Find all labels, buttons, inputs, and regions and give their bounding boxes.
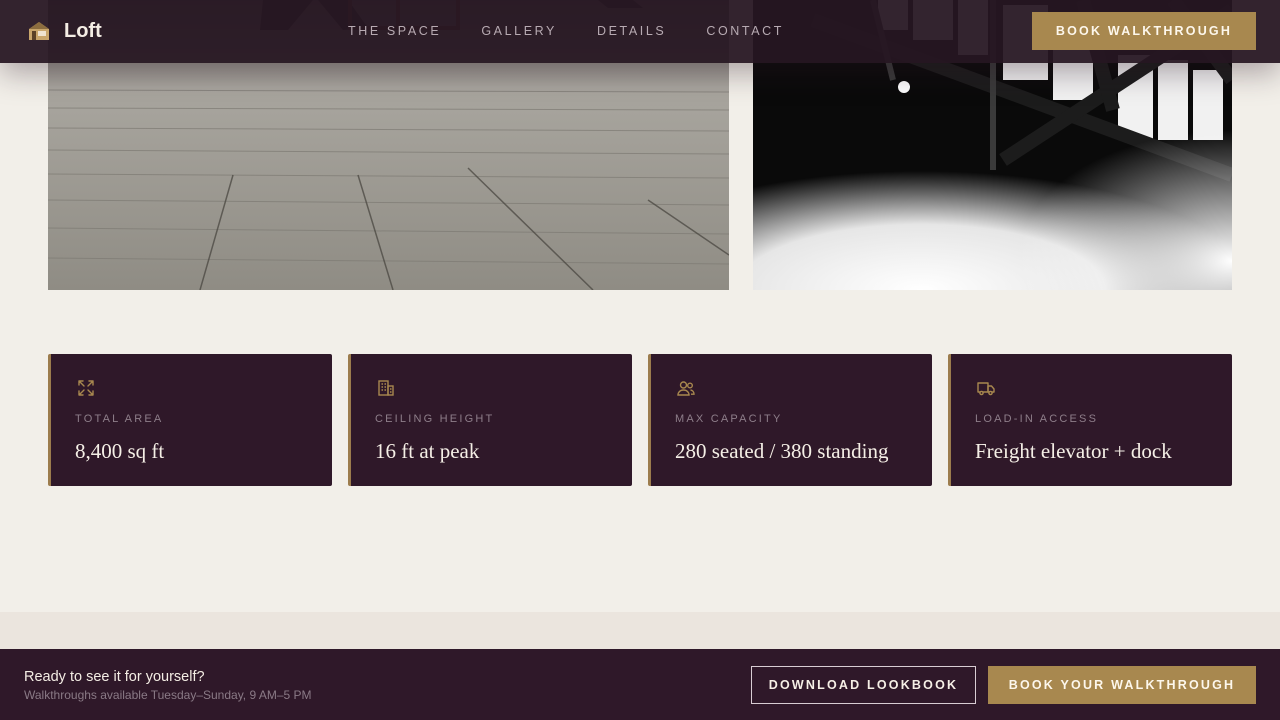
brand[interactable]: Loft bbox=[28, 18, 102, 44]
expand-arrows-icon bbox=[78, 380, 94, 396]
stat-label: MAX CAPACITY bbox=[675, 413, 783, 425]
stats-grid: TOTAL AREA 8,400 sq ft CEILING HEIGHT 16… bbox=[48, 354, 1232, 486]
book-walkthrough-button[interactable]: BOOK WALKTHROUGH bbox=[1032, 12, 1256, 50]
main-nav: THE SPACE GALLERY DETAILS CONTACT bbox=[348, 23, 784, 39]
house-icon bbox=[29, 22, 49, 40]
building-icon bbox=[378, 380, 394, 396]
book-your-walkthrough-button[interactable]: BOOK YOUR WALKTHROUGH bbox=[988, 666, 1256, 704]
download-lookbook-button[interactable]: DOWNLOAD LOOKBOOK bbox=[751, 666, 976, 704]
stat-card-load-in-access: LOAD-IN ACCESS Freight elevator + dock bbox=[948, 354, 1232, 486]
stat-value: 280 seated / 380 standing bbox=[675, 439, 889, 463]
stat-label: TOTAL AREA bbox=[75, 413, 164, 425]
nav-link-gallery[interactable]: GALLERY bbox=[481, 23, 557, 39]
stat-card-ceiling-height: CEILING HEIGHT 16 ft at peak bbox=[348, 354, 632, 486]
nav-link-details[interactable]: DETAILS bbox=[597, 23, 666, 39]
stat-card-total-area: TOTAL AREA 8,400 sq ft bbox=[48, 354, 332, 486]
stat-value: Freight elevator + dock bbox=[975, 439, 1172, 463]
stat-label: CEILING HEIGHT bbox=[375, 413, 495, 425]
sticky-cta-bar: Ready to see it for yourself? Walkthroug… bbox=[0, 649, 1280, 720]
site-header: Loft THE SPACE GALLERY DETAILS CONTACT B… bbox=[0, 0, 1280, 63]
section-divider-band bbox=[0, 612, 1280, 649]
nav-link-contact[interactable]: CONTACT bbox=[706, 23, 784, 39]
stat-card-max-capacity: MAX CAPACITY 280 seated / 380 standing bbox=[648, 354, 932, 486]
brand-name: Loft bbox=[64, 19, 102, 42]
users-icon bbox=[677, 381, 695, 396]
cta-title: Ready to see it for yourself? bbox=[24, 669, 205, 685]
stat-label: LOAD-IN ACCESS bbox=[975, 413, 1099, 425]
nav-link-the-space[interactable]: THE SPACE bbox=[348, 23, 441, 39]
truck-icon bbox=[977, 382, 995, 396]
stat-value: 16 ft at peak bbox=[375, 439, 480, 463]
cta-subtitle: Walkthroughs available Tuesday–Sunday, 9… bbox=[24, 688, 312, 702]
stat-value: 8,400 sq ft bbox=[75, 439, 165, 463]
